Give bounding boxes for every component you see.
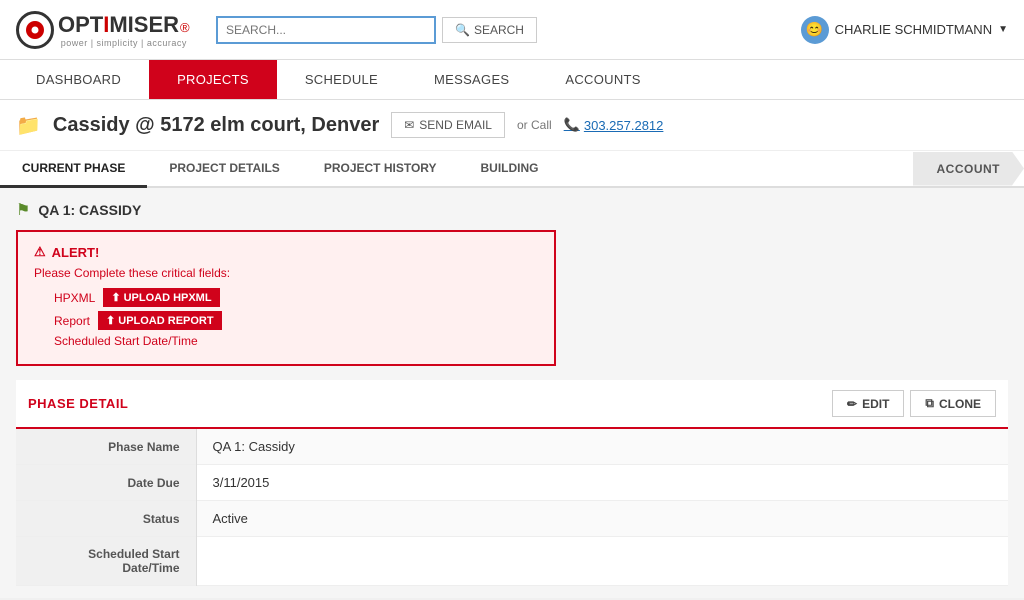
field-label-date-due: Date Due — [16, 465, 196, 501]
tab-building[interactable]: BUILDING — [459, 151, 561, 188]
table-row: Status Active — [16, 501, 1008, 537]
send-email-button[interactable]: ✉ SEND EMAIL — [391, 112, 505, 138]
phase-detail-table: Phase Name QA 1: Cassidy Date Due 3/11/2… — [16, 429, 1008, 586]
field-label-scheduled: Scheduled Start Date/Time — [16, 537, 196, 586]
clone-button[interactable]: ⧉ CLONE — [910, 390, 996, 417]
nav-schedule[interactable]: SCHEDULE — [277, 60, 406, 99]
nav-dashboard[interactable]: DASHBOARD — [8, 60, 149, 99]
user-name: CHARLIE SCHMIDTMANN — [835, 22, 992, 37]
field-value-date-due: 3/11/2015 — [196, 465, 1008, 501]
alert-icon: ⚠ — [34, 244, 46, 260]
search-input[interactable] — [216, 16, 436, 44]
edit-button[interactable]: ✏ EDIT — [832, 390, 904, 417]
clone-label: CLONE — [939, 397, 981, 411]
logo-opt: OPT — [58, 12, 103, 38]
logo-miser: MISER — [109, 12, 179, 38]
phone-icon: 📞 — [564, 117, 580, 133]
upload-icon-report: ⬆ — [106, 314, 115, 327]
nav-projects[interactable]: PROJECTS — [149, 60, 277, 99]
logo-text-area: OPT I MISER ® power | simplicity | accur… — [58, 12, 190, 48]
edit-label: EDIT — [862, 397, 889, 411]
field-label-status: Status — [16, 501, 196, 537]
send-icon: ✉ — [404, 118, 414, 132]
nav-bar: DASHBOARD PROJECTS SCHEDULE MESSAGES ACC… — [0, 60, 1024, 100]
folder-icon: 📁 — [16, 113, 41, 138]
phase-detail-title: PHASE DETAIL — [28, 396, 128, 411]
upload-hpxml-label: UPLOAD HPXML — [124, 292, 212, 304]
alert-list: HPXML ⬆ UPLOAD HPXML Report ⬆ UPLOAD REP… — [34, 288, 538, 348]
field-value-status: Active — [196, 501, 1008, 537]
project-header: 📁 Cassidy @ 5172 elm court, Denver ✉ SEN… — [0, 100, 1024, 151]
field-label-phase-name: Phase Name — [16, 429, 196, 465]
alert-subtitle: Please Complete these critical fields: — [34, 266, 538, 280]
alert-field-report: Report ⬆ UPLOAD REPORT — [54, 311, 538, 330]
search-area: 🔍 SEARCH — [216, 16, 616, 44]
content-area: ⚑ QA 1: CASSIDY ⚠ ALERT! Please Complete… — [0, 188, 1024, 598]
alert-report-label: Report — [54, 314, 90, 328]
clone-icon: ⧉ — [925, 396, 934, 411]
alert-title: ⚠ ALERT! — [34, 244, 538, 260]
send-email-label: SEND EMAIL — [419, 118, 492, 132]
logo-tagline: power | simplicity | accuracy — [58, 38, 190, 48]
header: OPT I MISER ® power | simplicity | accur… — [0, 0, 1024, 60]
user-dropdown-arrow[interactable]: ▼ — [998, 24, 1008, 35]
search-button-label: SEARCH — [474, 23, 524, 37]
logo-icon — [16, 11, 54, 49]
alert-box: ⚠ ALERT! Please Complete these critical … — [16, 230, 556, 366]
alert-field-hpxml: HPXML ⬆ UPLOAD HPXML — [54, 288, 538, 307]
field-value-phase-name: QA 1: Cassidy — [196, 429, 1008, 465]
alert-title-text: ALERT! — [52, 245, 100, 260]
phone-number: 303.257.2812 — [584, 118, 664, 133]
phase-flag-label: QA 1: CASSIDY — [38, 202, 141, 218]
nav-messages[interactable]: MESSAGES — [406, 60, 537, 99]
flag-icon: ⚑ — [16, 200, 30, 220]
search-button[interactable]: 🔍 SEARCH — [442, 17, 537, 43]
table-row: Date Due 3/11/2015 — [16, 465, 1008, 501]
field-value-scheduled — [196, 537, 1008, 586]
phone-link[interactable]: 📞 303.257.2812 — [564, 117, 664, 133]
upload-report-button[interactable]: ⬆ UPLOAD REPORT — [98, 311, 222, 330]
logo-reg: ® — [180, 20, 190, 35]
upload-report-label: UPLOAD REPORT — [118, 315, 213, 327]
search-icon: 🔍 — [455, 23, 470, 37]
user-avatar: 😊 — [801, 16, 829, 44]
or-call-text: or Call — [517, 118, 552, 132]
phase-flag: ⚑ QA 1: CASSIDY — [16, 200, 1008, 220]
tab-current-phase[interactable]: CURRENT PHASE — [0, 151, 147, 188]
phase-detail-header: PHASE DETAIL ✏ EDIT ⧉ CLONE — [16, 380, 1008, 429]
tab-project-history[interactable]: PROJECT HISTORY — [302, 151, 459, 188]
alert-field-scheduled: Scheduled Start Date/Time — [54, 334, 538, 348]
logo-area: OPT I MISER ® power | simplicity | accur… — [16, 11, 196, 49]
tab-project-details[interactable]: PROJECT DETAILS — [147, 151, 301, 188]
table-row: Phase Name QA 1: Cassidy — [16, 429, 1008, 465]
project-title: Cassidy @ 5172 elm court, Denver — [53, 114, 379, 137]
user-area: 😊 CHARLIE SCHMIDTMANN ▼ — [801, 16, 1008, 44]
nav-accounts[interactable]: ACCOUNTS — [537, 60, 668, 99]
tab-account-arrow[interactable]: ACCOUNT — [913, 152, 1024, 186]
table-row: Scheduled Start Date/Time — [16, 537, 1008, 586]
alert-hpxml-label: HPXML — [54, 291, 95, 305]
upload-hpxml-button[interactable]: ⬆ UPLOAD HPXML — [103, 288, 219, 307]
upload-icon-hpxml: ⬆ — [111, 291, 120, 304]
tabs-bar: CURRENT PHASE PROJECT DETAILS PROJECT HI… — [0, 151, 1024, 188]
edit-icon: ✏ — [847, 397, 857, 411]
alert-scheduled-label: Scheduled Start Date/Time — [54, 334, 198, 348]
detail-actions: ✏ EDIT ⧉ CLONE — [832, 390, 996, 417]
